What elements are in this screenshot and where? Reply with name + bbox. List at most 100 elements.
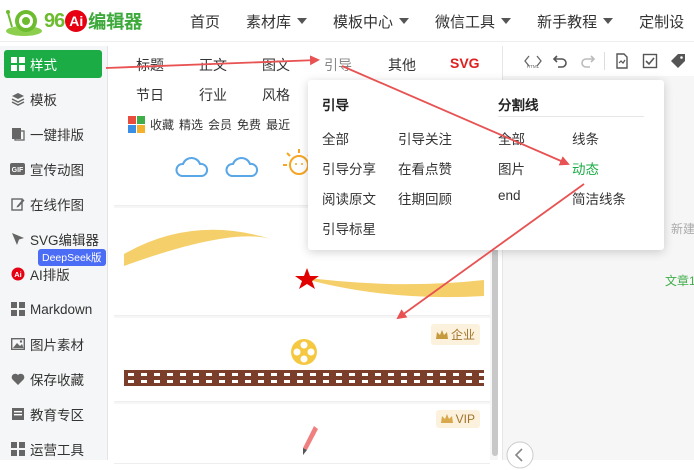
doc-icon[interactable] <box>613 52 631 70</box>
vip-tag: VIP <box>435 410 480 428</box>
film-hole <box>466 380 472 383</box>
film-hole <box>284 373 290 376</box>
nav-home[interactable]: 首页 <box>190 11 220 32</box>
dropdown-item[interactable]: 在看点赞 <box>398 158 452 178</box>
filter-featured[interactable]: 精选 <box>179 116 203 133</box>
crown-icon <box>435 329 448 339</box>
filter-free[interactable]: 免费 <box>237 116 261 133</box>
film-hole <box>427 380 433 383</box>
dropdown-item[interactable]: 线条 <box>572 128 599 148</box>
dropdown-item-dynamic[interactable]: 动态 <box>572 158 599 178</box>
film-hole <box>271 373 277 376</box>
cloud-icon <box>175 157 209 177</box>
dropdown-item[interactable]: 全部 <box>498 128 525 148</box>
film-hole <box>362 380 368 383</box>
dropdown-item[interactable]: 图片 <box>498 158 525 178</box>
ai-icon: Ai <box>10 267 25 282</box>
redo-icon[interactable] <box>579 52 597 70</box>
film-hole <box>453 373 459 376</box>
dropdown-item[interactable]: 往期回顾 <box>398 188 452 208</box>
nav-tutorials[interactable]: 新手教程 <box>537 11 614 32</box>
sidebar-item-operations[interactable]: 运营工具 <box>4 435 102 463</box>
film-hole <box>193 373 199 376</box>
film-hole <box>219 373 225 376</box>
sidebar-item-label: AI排版 <box>30 268 70 283</box>
nav-label: 定制设 <box>639 13 685 31</box>
sidebar-item-gif[interactable]: GIF 宣传动图 <box>4 155 102 183</box>
film-hole <box>245 380 251 383</box>
nav-label: 新手教程 <box>537 13 598 31</box>
dropdown-item[interactable]: end <box>498 188 521 203</box>
tab-svg[interactable]: SVG <box>450 55 480 71</box>
film-hole <box>479 373 484 376</box>
dropdown-item[interactable]: 阅读原文 <box>322 188 376 208</box>
sidebar-item-label: 在线作图 <box>30 198 84 213</box>
grid-icon <box>10 57 25 72</box>
sidebar-item-label: SVG编辑器 <box>30 233 100 248</box>
tag-icon[interactable] <box>669 52 687 70</box>
sidebar-item-styles[interactable]: 样式 <box>4 50 102 78</box>
sidebar-item-label: 模板 <box>30 93 57 108</box>
caret-down-icon <box>297 18 308 24</box>
dropdown-item[interactable]: 简洁线条 <box>572 188 626 208</box>
nav-wechat-tools[interactable]: 微信工具 <box>435 11 512 32</box>
crown-icon <box>440 414 453 423</box>
enterprise-tag-label: 企业 <box>450 328 475 342</box>
film-hole <box>297 380 303 383</box>
left-sidebar: 样式 模板 一键排版 GIF 宣传动图 在线作图 SVG编辑器 Ai AI排版 … <box>0 46 108 460</box>
tab-other[interactable]: 其他 <box>388 55 416 75</box>
nav-templates[interactable]: 模板中心 <box>333 11 410 32</box>
film-hole <box>349 380 355 383</box>
film-hole <box>141 373 147 376</box>
dropdown-item[interactable]: 引导标星 <box>322 218 376 238</box>
sidebar-item-image-materials[interactable]: 图片素材 <box>4 330 102 358</box>
dropdown-item[interactable]: 引导关注 <box>398 128 452 148</box>
tab-holiday[interactable]: 节日 <box>136 85 164 105</box>
tab-style[interactable]: 风格 <box>262 85 290 105</box>
caret-down-icon <box>603 18 614 24</box>
film-hole <box>206 380 212 383</box>
sidebar-item-saved[interactable]: 保存收藏 <box>4 365 102 393</box>
sidebar-item-label: 图片素材 <box>30 338 84 353</box>
sidebar-item-label: 保存收藏 <box>30 373 84 388</box>
tab-guide[interactable]: 引导 <box>324 55 352 75</box>
sidebar-item-online-drawing[interactable]: 在线作图 <box>4 190 102 218</box>
tab-image-text[interactable]: 图文 <box>262 55 290 75</box>
filter-favorites[interactable]: 收藏 <box>150 116 174 133</box>
film-hole <box>258 380 264 383</box>
article-hint[interactable]: 文章1 <box>665 272 694 289</box>
check-icon[interactable] <box>641 52 659 70</box>
dropdown-separator <box>498 116 644 117</box>
filter-recent[interactable]: 最近 <box>266 116 290 133</box>
heart-icon <box>10 372 25 387</box>
undo-icon[interactable] <box>551 52 569 70</box>
film-hole <box>362 373 368 376</box>
film-hole <box>258 373 264 376</box>
tab-industry[interactable]: 行业 <box>199 85 227 105</box>
collapse-chevron-icon[interactable] <box>505 440 535 470</box>
new-hint[interactable]: 新建 <box>671 220 694 237</box>
film-hole <box>336 373 342 376</box>
style-card-film[interactable]: 企业 <box>114 318 490 402</box>
nav-materials[interactable]: 素材库 <box>246 11 308 32</box>
sidebar-item-label: 运营工具 <box>30 443 84 458</box>
html-label: HTML <box>527 64 540 69</box>
style-card-pencil[interactable]: VIP <box>114 404 490 464</box>
filter-member[interactable]: 会员 <box>208 116 232 133</box>
edit-icon <box>10 197 25 212</box>
sidebar-item-education[interactable]: 教育专区 <box>4 400 102 428</box>
film-hole <box>375 373 381 376</box>
svg-text:GIF: GIF <box>12 167 24 174</box>
category-grid-icon[interactable] <box>128 116 145 133</box>
dropdown-item[interactable]: 引导分享 <box>322 158 376 178</box>
dropdown-item[interactable]: 全部 <box>322 128 349 148</box>
sidebar-item-templates[interactable]: 模板 <box>4 85 102 113</box>
html-icon[interactable]: HTML <box>521 52 545 70</box>
tab-title[interactable]: 标题 <box>136 55 164 75</box>
tab-body[interactable]: 正文 <box>199 55 227 75</box>
site-logo[interactable]: 96 Ai 编辑器 <box>4 4 142 38</box>
sidebar-item-one-click-layout[interactable]: 一键排版 <box>4 120 102 148</box>
nav-custom[interactable]: 定制设 <box>639 11 684 32</box>
main-nav: 首页 素材库 模板中心 微信工具 新手教程 定制设 <box>190 0 694 42</box>
sidebar-item-markdown[interactable]: Markdown <box>4 295 102 323</box>
